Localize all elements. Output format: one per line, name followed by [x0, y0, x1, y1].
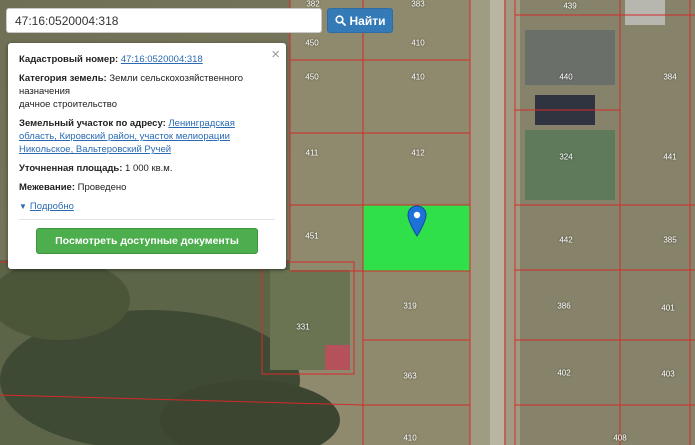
parcel-label: 363 — [403, 371, 417, 381]
survey-label: Межевание: — [19, 182, 75, 193]
parcel-label: 442 — [559, 235, 573, 245]
parcel-label: 450 — [305, 38, 319, 48]
close-icon[interactable]: × — [271, 47, 280, 62]
search-button[interactable]: Найти — [327, 8, 393, 33]
survey-row: Межевание: Проведено — [19, 181, 275, 194]
address-row: Земельный участок по адресу: Ленинградск… — [19, 117, 275, 156]
map-pin-icon[interactable] — [407, 205, 427, 237]
category-value-line2: назначения — [19, 86, 71, 97]
area-value: 1 000 кв.м. — [125, 163, 173, 174]
address-link-line3[interactable]: Никольское, Вальтеровский Ручей — [19, 144, 171, 155]
view-documents-button[interactable]: Посмотреть доступные документы — [36, 228, 258, 254]
parcel-label: 440 — [559, 72, 573, 82]
parcel-label: 410 — [403, 433, 417, 443]
divider — [19, 219, 275, 220]
parcel-label: 401 — [661, 303, 675, 313]
search-button-label: Найти — [349, 13, 386, 28]
parcel-label: 386 — [557, 301, 571, 311]
parcel-label: 403 — [661, 369, 675, 379]
parcel-label: 410 — [411, 72, 425, 82]
parcel-label: 324 — [559, 152, 573, 162]
parcel-label: 410 — [411, 38, 425, 48]
cadastral-label: Кадастровый номер: — [19, 54, 119, 65]
search-icon — [334, 15, 346, 26]
parcel-label: 385 — [663, 235, 677, 245]
parcel-label: 412 — [411, 148, 425, 158]
parcel-label: 402 — [557, 368, 571, 378]
parcel-label: 441 — [663, 152, 677, 162]
address-label: Земельный участок по адресу: — [19, 118, 166, 129]
parcel-label: 439 — [563, 1, 577, 11]
parcel-label: 450 — [305, 72, 319, 82]
survey-value: Проведено — [77, 182, 127, 193]
parcel-label: 384 — [663, 72, 677, 82]
parcel-info-popup: × Кадастровый номер: 47:16:0520004:318 К… — [8, 43, 286, 269]
address-link-line2[interactable]: область, Кировский район, участок мелиор… — [19, 131, 230, 142]
category-value-line3: дачное строительство — [19, 99, 118, 110]
parcel-label: 411 — [305, 148, 319, 158]
address-link-line1[interactable]: Ленинградская — [168, 118, 234, 129]
cadastral-link[interactable]: 47:16:0520004:318 — [121, 54, 203, 65]
area-row: Уточненная площадь: 1 000 кв.м. — [19, 162, 275, 175]
category-label: Категория земель: — [19, 73, 107, 84]
parcel-label: 383 — [411, 0, 425, 9]
parcel-label: 408 — [613, 433, 627, 443]
details-row[interactable]: ▼ Подробно — [19, 200, 275, 213]
cadastral-row: Кадастровый номер: 47:16:0520004:318 — [19, 53, 275, 66]
area-label: Уточненная площадь: — [19, 163, 123, 174]
triangle-down-icon: ▼ — [19, 202, 27, 211]
details-link[interactable]: Подробно — [30, 201, 74, 212]
parcel-label: 319 — [403, 301, 417, 311]
search-input[interactable] — [6, 8, 322, 33]
category-value-line1: Земли сельскохозяйственного — [109, 73, 244, 84]
category-row: Категория земель: Земли сельскохозяйстве… — [19, 72, 275, 111]
parcel-label: 331 — [296, 322, 310, 332]
parcel-label: 451 — [305, 231, 319, 241]
